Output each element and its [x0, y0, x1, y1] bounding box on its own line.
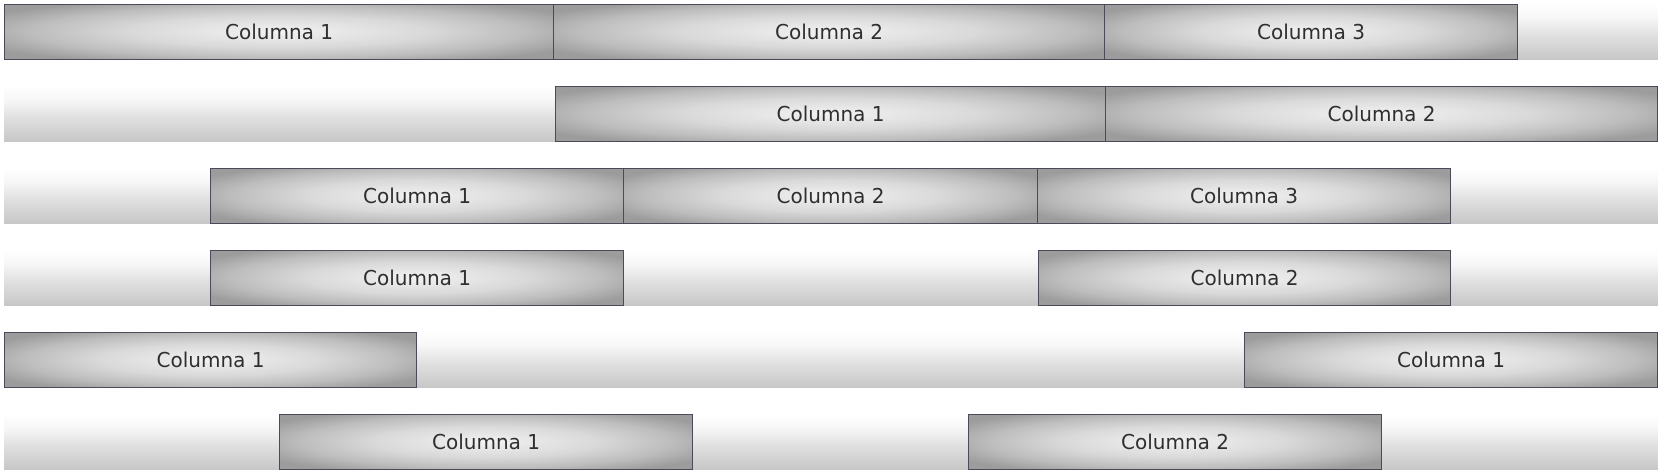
grid-column: Columna 2 — [1105, 86, 1658, 142]
grid-row-1: Columna 1 Columna 2 Columna 3 — [4, 4, 1658, 60]
grid-row-4: Columna 1 Columna 2 — [4, 250, 1658, 306]
grid-column: Columna 1 — [1244, 332, 1658, 388]
grid-column: Columna 1 — [210, 250, 624, 306]
grid-column: Columna 2 — [968, 414, 1382, 470]
grid-column: Columna 2 — [1038, 250, 1451, 306]
grid-column: Columna 1 — [4, 332, 417, 388]
grid-row-3: Columna 1 Columna 2 Columna 3 — [4, 168, 1658, 224]
grid-column: Columna 3 — [1037, 168, 1451, 224]
grid-column: Columna 1 — [555, 86, 1106, 142]
grid-column: Columna 1 — [4, 4, 554, 60]
grid-row-5: Columna 1 Columna 1 — [4, 332, 1658, 388]
grid-row-6: Columna 1 Columna 2 — [4, 414, 1658, 470]
grid-column: Columna 1 — [210, 168, 624, 224]
grid-column: Columna 3 — [1104, 4, 1518, 60]
grid-column: Columna 1 — [279, 414, 693, 470]
grid-row-2: Columna 1 Columna 2 — [4, 86, 1658, 142]
grid-layout-demo: Columna 1 Columna 2 Columna 3 Columna 1 … — [0, 0, 1660, 474]
grid-column: Columna 2 — [553, 4, 1105, 60]
grid-column: Columna 2 — [623, 168, 1038, 224]
